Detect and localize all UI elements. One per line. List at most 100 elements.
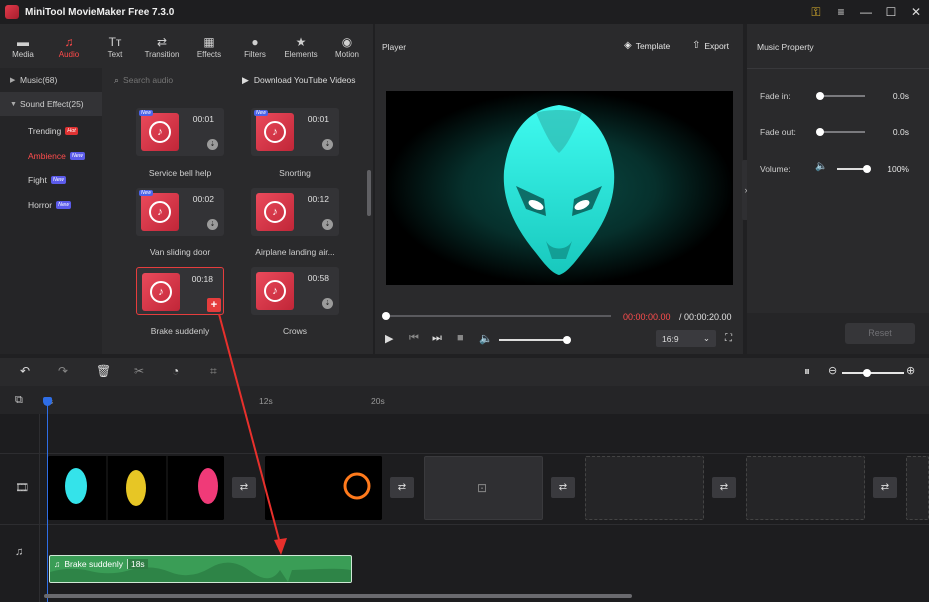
sound-card[interactable]: ♪ New 00:01 ⇣	[251, 108, 339, 156]
zoom-slider[interactable]	[842, 369, 904, 377]
transition-button[interactable]: ⇄	[232, 477, 256, 498]
split-icon[interactable]: ✂	[134, 364, 144, 378]
volume-handle[interactable]	[863, 165, 871, 173]
player-volume-handle[interactable]	[563, 336, 571, 344]
tab-label: Filters	[244, 49, 266, 59]
transition-button[interactable]: ⇄	[551, 477, 575, 498]
audio-clip[interactable]: ♫ Brake suddenly 18s	[49, 555, 352, 583]
fit-timeline-icon[interactable]: ⏸	[804, 364, 810, 379]
minimize-button[interactable]: —	[854, 0, 878, 24]
import-icon: ⊡	[477, 481, 488, 495]
zoom-in-icon[interactable]: ⊕	[906, 364, 915, 377]
sound-thumbnail: ♪	[141, 113, 179, 151]
empty-clip-slot[interactable]	[906, 456, 929, 520]
transition-button[interactable]: ⇄	[390, 477, 414, 498]
tab-label: Transition	[144, 49, 180, 59]
player-volume-slider[interactable]	[499, 336, 571, 344]
fullscreen-icon[interactable]: ⛶	[725, 333, 732, 344]
fade-in-slider[interactable]	[816, 92, 865, 100]
tab-text[interactable]: Tт Text	[92, 24, 138, 68]
effects-icon: ▦	[203, 34, 215, 49]
download-icon[interactable]: ⇣	[322, 139, 333, 150]
download-youtube-button[interactable]: ▶ Download YouTube Videos	[242, 75, 356, 86]
stop-icon[interactable]: ■	[457, 332, 464, 344]
app-title: MiniTool MovieMaker Free 7.3.0	[25, 6, 175, 18]
tab-media[interactable]: ▬ Media	[0, 24, 46, 68]
tab-label: Effects	[196, 49, 222, 59]
video-clip[interactable]	[48, 456, 224, 520]
export-button[interactable]: ⇧ Export	[692, 40, 729, 51]
template-button[interactable]: ◈ Template	[624, 40, 670, 51]
download-icon[interactable]: ⇣	[207, 139, 218, 150]
playhead[interactable]	[47, 404, 48, 602]
download-icon[interactable]: ⇣	[322, 298, 333, 309]
empty-clip-slot[interactable]: ⊡	[424, 456, 543, 520]
subcategory-ambience[interactable]: Ambience New	[0, 144, 102, 169]
sound-card[interactable]: ♪ 00:12 ⇣	[251, 188, 339, 236]
maximize-button[interactable]: ☐	[879, 0, 903, 24]
fade-out-value: 0.0s	[892, 127, 909, 137]
timeline-toolbar: ↶ ↷ 🗑 ✂ ◔ ⌗ ⏸ ⊖ ⊕	[0, 358, 929, 386]
redo-icon[interactable]: ↷	[58, 364, 68, 378]
category-list: ▶ Music(68) ▼ Sound Effect(25) Trending Hot…	[0, 68, 102, 354]
library-scrollbar[interactable]	[367, 170, 371, 216]
add-track-icon[interactable]: ⧉	[15, 394, 23, 407]
delete-icon[interactable]: 🗑	[96, 364, 111, 378]
volume-slider[interactable]	[837, 165, 871, 173]
music-note-icon: ♫	[54, 559, 61, 569]
fade-out-slider[interactable]	[816, 128, 865, 136]
play-button[interactable]: ▶	[385, 332, 393, 345]
tab-label: Text	[107, 49, 123, 59]
zoom-out-icon[interactable]: ⊖	[828, 364, 837, 377]
empty-clip-slot[interactable]	[746, 456, 865, 520]
video-clip[interactable]	[265, 456, 382, 520]
subcategory-trending[interactable]: Trending Hot	[0, 119, 102, 144]
empty-clip-slot[interactable]	[585, 456, 704, 520]
app-window: MiniTool MovieMaker Free 7.3.0 ⚿ ≡ — ☐ ✕…	[0, 0, 929, 602]
sound-card[interactable]: ♪ New 00:01 ⇣	[136, 108, 224, 156]
divider	[0, 524, 929, 525]
download-icon[interactable]: ⇣	[322, 219, 333, 230]
seek-bar[interactable]	[382, 312, 611, 320]
music-note-icon: ♪	[264, 201, 286, 223]
speed-icon[interactable]: ◔	[172, 364, 179, 378]
tab-audio[interactable]: ♫ Audio	[46, 24, 92, 68]
volume-icon[interactable]: 🔈	[479, 332, 493, 345]
timeline-scrollbar[interactable]	[44, 594, 632, 598]
transition-button[interactable]: ⇄	[873, 477, 897, 498]
tab-filters[interactable]: ● Filters	[232, 24, 278, 68]
transition-button[interactable]: ⇄	[712, 477, 736, 498]
sound-card-selected[interactable]: ♪ 00:18 +	[136, 267, 224, 315]
undo-icon[interactable]: ↶	[20, 364, 30, 378]
music-note-icon: ♫	[64, 34, 74, 49]
menu-icon[interactable]: ≡	[829, 0, 853, 24]
fade-in-handle[interactable]	[816, 92, 824, 100]
category-music[interactable]: ▶ Music(68)	[0, 68, 102, 92]
sound-card[interactable]: ♪ New 00:02 ⇣	[136, 188, 224, 236]
sound-name: Crows	[282, 326, 308, 336]
key-icon[interactable]: ⚿	[804, 0, 828, 24]
crop-icon[interactable]: ⌗	[210, 364, 217, 379]
download-icon[interactable]: ⇣	[207, 219, 218, 230]
fade-out-handle[interactable]	[816, 128, 824, 136]
next-frame-icon[interactable]: ⏭	[432, 332, 442, 345]
tab-effects[interactable]: ▦ Effects	[186, 24, 232, 68]
tab-transition[interactable]: ⇄ Transition	[138, 24, 186, 68]
category-sound-effect[interactable]: ▼ Sound Effect(25)	[0, 92, 102, 116]
close-button[interactable]: ✕	[904, 0, 928, 24]
tab-elements[interactable]: ★ Elements	[278, 24, 324, 68]
add-to-timeline-button[interactable]: +	[207, 298, 221, 312]
search-input[interactable]	[123, 75, 234, 85]
total-time: / 00:00:20.00	[679, 312, 732, 322]
sound-thumbnail: ♪	[256, 272, 294, 310]
reset-button[interactable]: Reset	[845, 323, 915, 344]
tab-motion[interactable]: ◉ Motion	[324, 24, 370, 68]
divider	[0, 453, 929, 454]
previous-frame-icon[interactable]: ⏮	[409, 332, 419, 345]
zoom-handle[interactable]	[863, 369, 871, 377]
subcategory-fight[interactable]: Fight New	[0, 168, 102, 193]
subcategory-horror[interactable]: Horror New	[0, 193, 102, 218]
seek-handle[interactable]	[382, 312, 390, 320]
aspect-ratio-select[interactable]: 16:9 ⌄	[656, 330, 716, 347]
sound-card[interactable]: ♪ 00:58 ⇣	[251, 267, 339, 315]
